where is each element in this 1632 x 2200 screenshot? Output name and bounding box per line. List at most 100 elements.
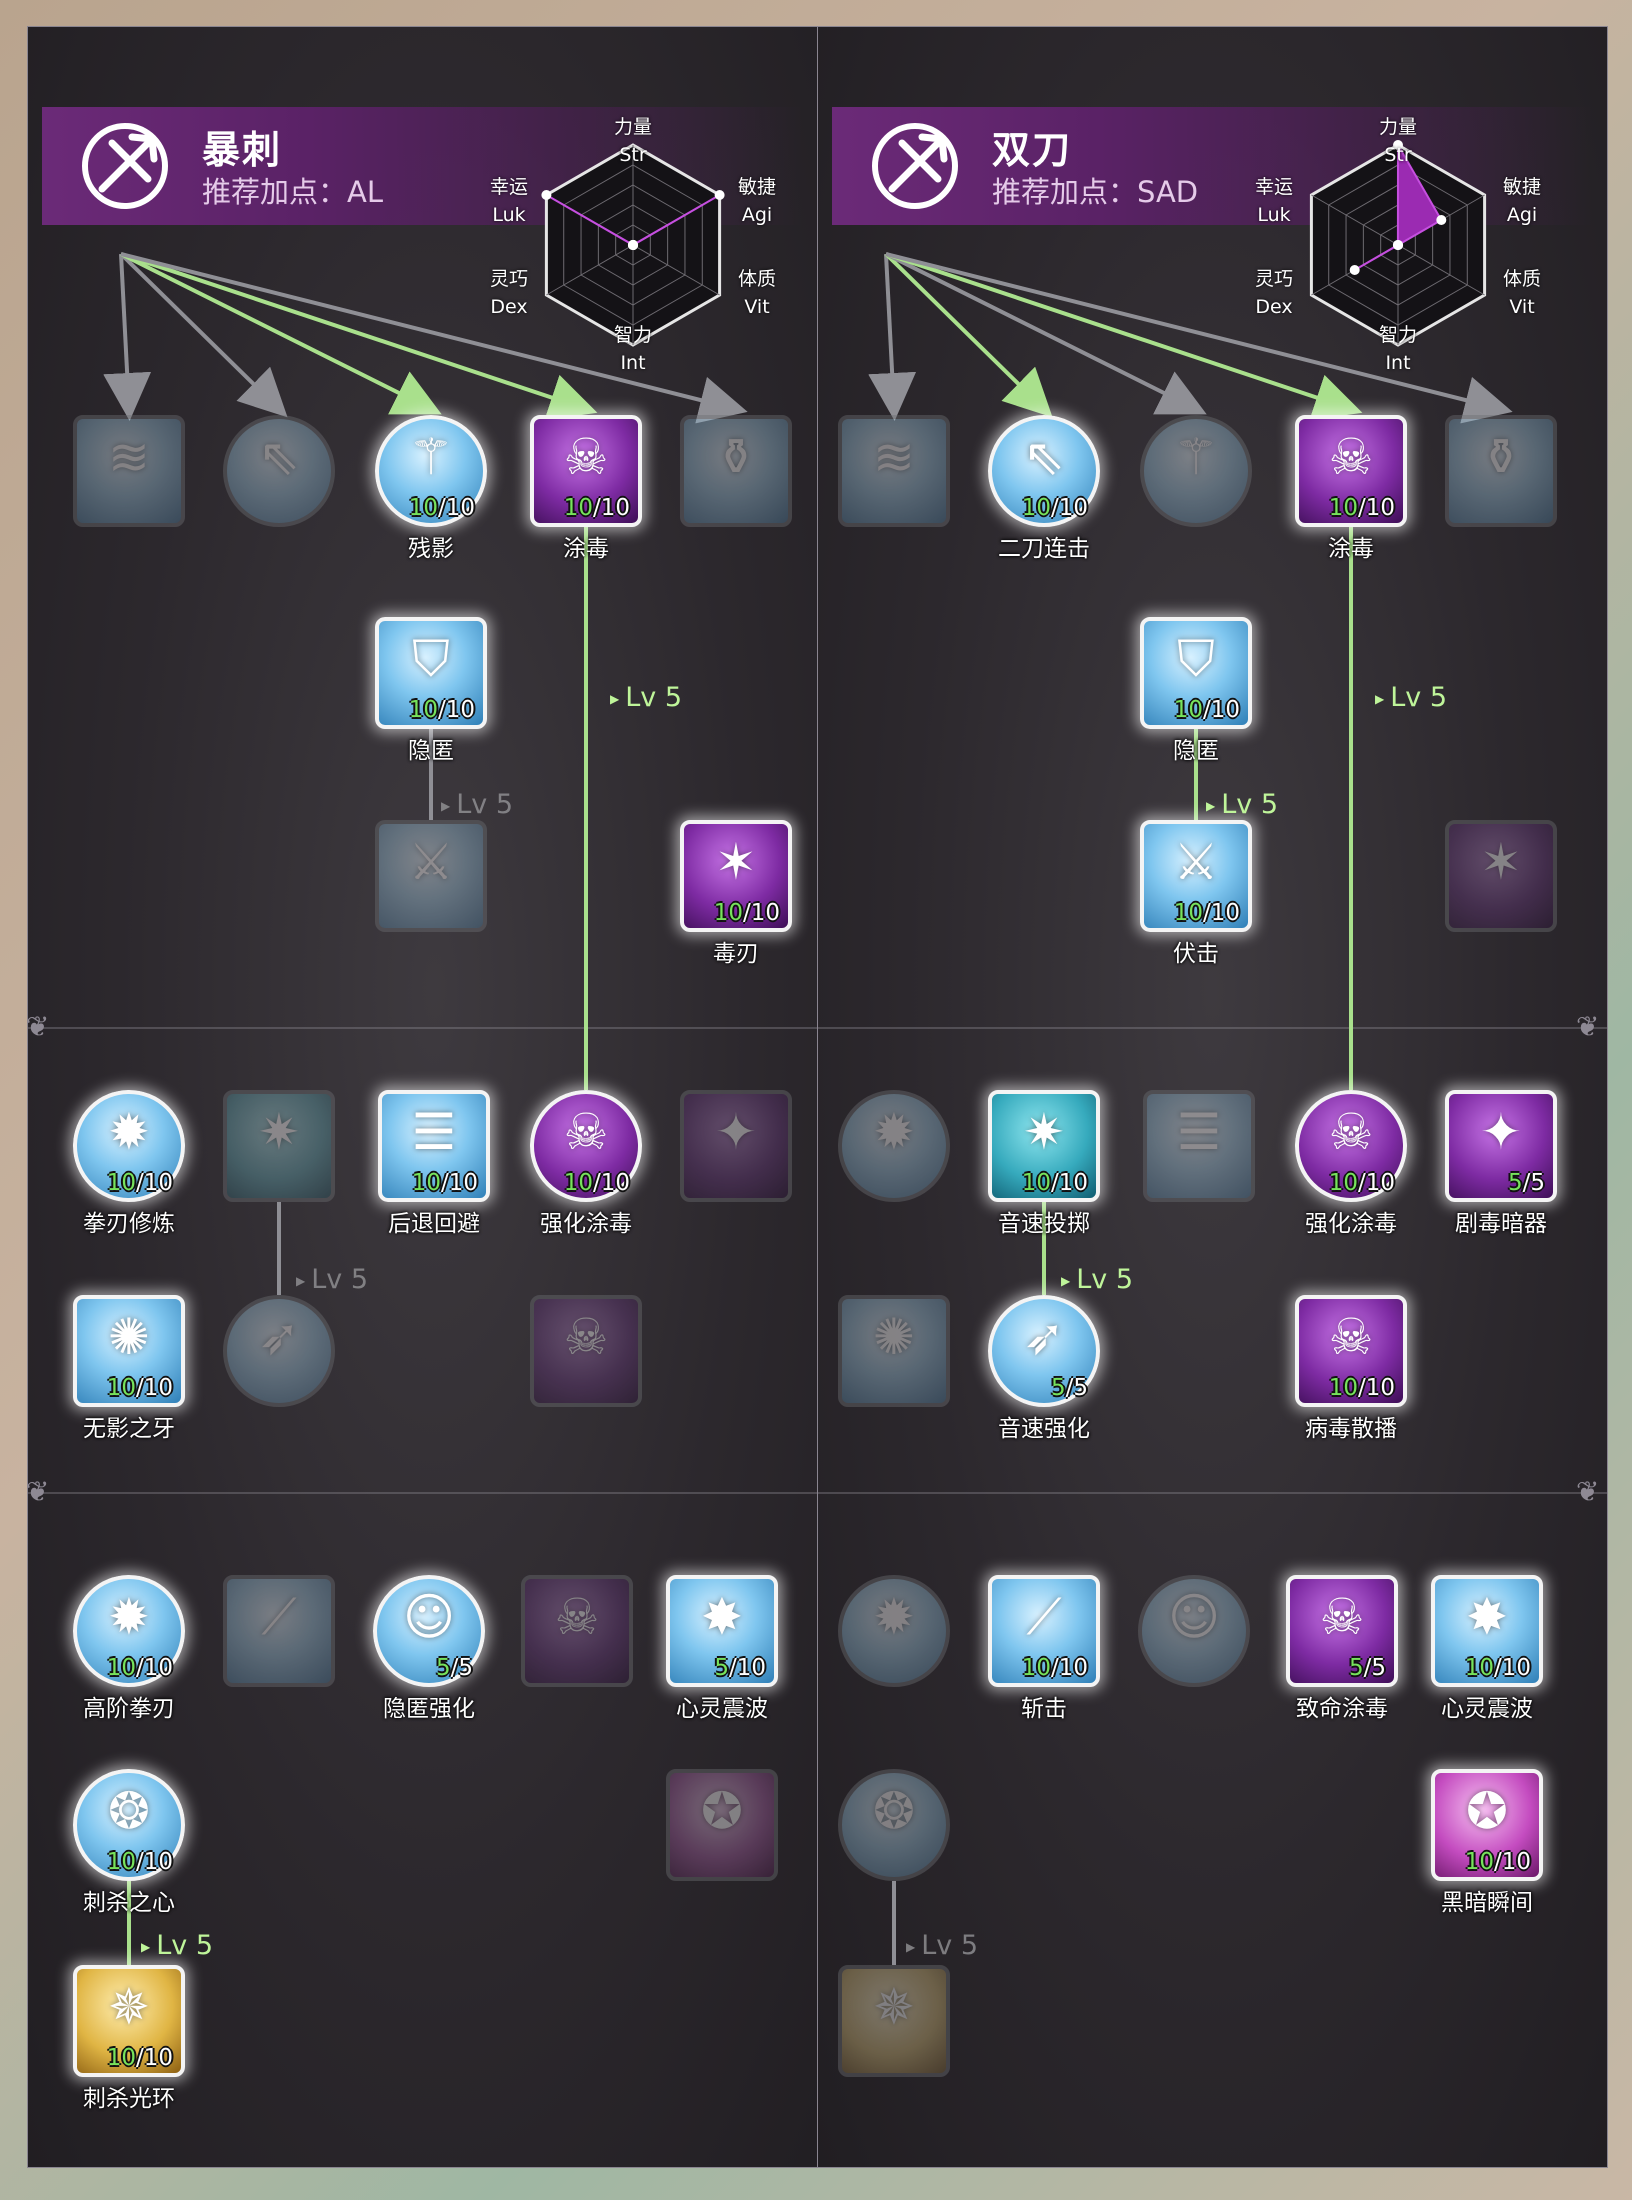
skill-icon[interactable]: ⚔ [375,820,487,932]
skill-level: 10/10 [563,495,630,521]
skill-icon[interactable]: ☠ 5/5 [1286,1575,1398,1687]
skill-icon[interactable]: ☺ [1138,1575,1250,1687]
skill-icon[interactable]: ✹ [838,1575,950,1687]
skill-name: 剧毒暗器 [1455,1211,1547,1237]
level-requirement: ▶ Lv 5 [1061,1264,1133,1295]
skill-level-current: 10 [1464,1655,1494,1681]
skill-level-max: 10 [1501,1655,1531,1681]
skill-icon[interactable]: ☠ 10/10 [1295,415,1407,527]
skill-icon[interactable]: ☠ 10/10 [530,1090,642,1202]
level-requirement: ▶ Lv 5 [906,1930,978,1961]
stealth-face-icon: ☺ [1167,1588,1221,1646]
skill-icon[interactable]: ☰ 10/10 [378,1090,490,1202]
level-requirement-text: Lv 5 [921,1930,979,1961]
skill-level: 10/10 [411,1170,478,1196]
skill-icon[interactable]: ✸ 5/10 [666,1575,778,1687]
skill-level-max: 10 [1365,1375,1395,1401]
skill-level: 10/10 [1173,697,1240,723]
skill-tree-panel-right: 双刀 推荐加点：SAD 力量 Str 敏捷 Agi 体质 Vit 智力 Int 灵巧 Dex 幸运 Lu… [817,26,1608,2168]
stat-name-en: Str [619,144,647,166]
skill-icon[interactable]: ☠ 10/10 [1295,1090,1407,1202]
skill-name: 强化涂毒 [540,1211,632,1237]
skill-icon[interactable]: ❂ [838,1769,950,1881]
skill-icon[interactable]: ☠ [530,1295,642,1407]
skill-icon[interactable]: ❂ 10/10 [73,1769,185,1881]
radar-spoke [632,244,720,296]
skill-name: 隐匿 [1173,738,1219,764]
skill-icon[interactable]: ⚔ 10/10 [1140,820,1252,932]
skill-icon[interactable]: ≋ [838,415,950,527]
skill-icon[interactable]: ☺ 5/5 [373,1575,485,1687]
radar-point-int [1393,240,1403,251]
skill-icon[interactable]: ⛉ 10/10 [375,617,487,729]
skill-icon[interactable]: ✦ 5/5 [1445,1090,1557,1202]
skill-name: 隐匿强化 [383,1696,475,1722]
skill-icon[interactable]: ☠ 10/10 [530,415,642,527]
skill-icon[interactable]: ✸ 10/10 [1431,1575,1543,1687]
skill-icon[interactable]: ✪ 10/10 [1431,1769,1543,1881]
skill-icon[interactable]: ✪ [666,1769,778,1881]
level-requirement: ▶ Lv 5 [1206,789,1278,820]
skill-level-current: 10 [411,1170,441,1196]
class-title: 暴刺 [202,128,283,172]
stealth-face-icon: ☺ [402,1588,456,1646]
radar-point-int [628,240,638,251]
skill-icon[interactable]: ✹ 10/10 [73,1090,185,1202]
skill-icon[interactable]: ➶ 5/5 [988,1295,1100,1407]
skill-icon[interactable]: ✹ [838,1090,950,1202]
skill-level: 5/5 [435,1655,473,1681]
stat-name-cn: 智力 [613,324,652,346]
skill-icon[interactable]: ✵ 10/10 [73,1965,185,2077]
skill-icon[interactable]: ⚱ [680,415,792,527]
skill-level-max: 10 [1365,1170,1395,1196]
skill-level-current: 10 [1021,1170,1051,1196]
skill-icon[interactable]: ☠ 10/10 [1295,1295,1407,1407]
level-requirement: ▶ Lv 5 [441,789,513,820]
skill-icon[interactable]: ☠ [521,1575,633,1687]
skill-icon[interactable]: ✦ [680,1090,792,1202]
stat-name-cn: 体质 [737,268,776,290]
skill-level: 10/10 [1021,495,1088,521]
dark-blink-icon: ✪ [701,1782,743,1840]
skill-icon[interactable]: ✹ 10/10 [73,1575,185,1687]
skill-level-current: 10 [408,697,438,723]
skill-icon[interactable]: ⇖ [223,415,335,527]
skill-name: 高阶拳刃 [83,1696,175,1722]
skill-icon[interactable]: ⚚ 10/10 [375,415,487,527]
skill-level: 10/10 [1464,1849,1531,1875]
skill-icon[interactable]: ✷ [223,1090,335,1202]
skill-icon[interactable]: ⇖ 10/10 [988,415,1100,527]
skill-icon[interactable]: ✷ 10/10 [988,1090,1100,1202]
skill-level-max: 10 [1210,697,1240,723]
skill-icon[interactable]: ✶ 10/10 [680,820,792,932]
venom-edge-icon: ✶ [1480,833,1522,891]
skill-icon[interactable]: ✶ [1445,820,1557,932]
level-requirement: ▶ Lv 5 [296,1264,368,1295]
skill-icon[interactable]: ⚚ [1140,415,1252,527]
skill-icon[interactable]: ⚱ [1445,415,1557,527]
ornament-icon: ❦ [27,1010,50,1043]
radar-grid [615,224,651,266]
class-banner: 暴刺 推荐加点：AL [42,107,802,225]
skill-icon[interactable]: ➶ [223,1295,335,1407]
skill-icon[interactable]: ⛉ 10/10 [1140,617,1252,729]
triangle-icon: ▶ [1375,691,1385,706]
skill-level-max: 10 [1058,1170,1088,1196]
skill-icon[interactable]: ≋ [73,415,185,527]
skill-level-current: 10 [1328,1375,1358,1401]
skill-level-max: 10 [143,2045,173,2071]
skill-icon[interactable]: ✺ [838,1295,950,1407]
skill-icon[interactable]: ✵ [838,1965,950,2077]
skill-icon[interactable]: ⟋ 10/10 [988,1575,1100,1687]
skill-icon[interactable]: ✺ 10/10 [73,1295,185,1407]
skill-level-current: 10 [563,1170,593,1196]
skill-icon[interactable]: ☰ [1143,1090,1255,1202]
skill-level: 10/10 [1464,1655,1531,1681]
skill-name: 涂毒 [1328,536,1374,562]
level-requirement-text: Lv 5 [156,1930,214,1961]
skill-name: 心灵震波 [676,1696,768,1722]
skill-icon[interactable]: ⟋ [223,1575,335,1687]
skill-level-current: 5 [1507,1170,1523,1196]
skill-level: 5/5 [1050,1375,1088,1401]
skill-level-max: 10 [600,495,630,521]
